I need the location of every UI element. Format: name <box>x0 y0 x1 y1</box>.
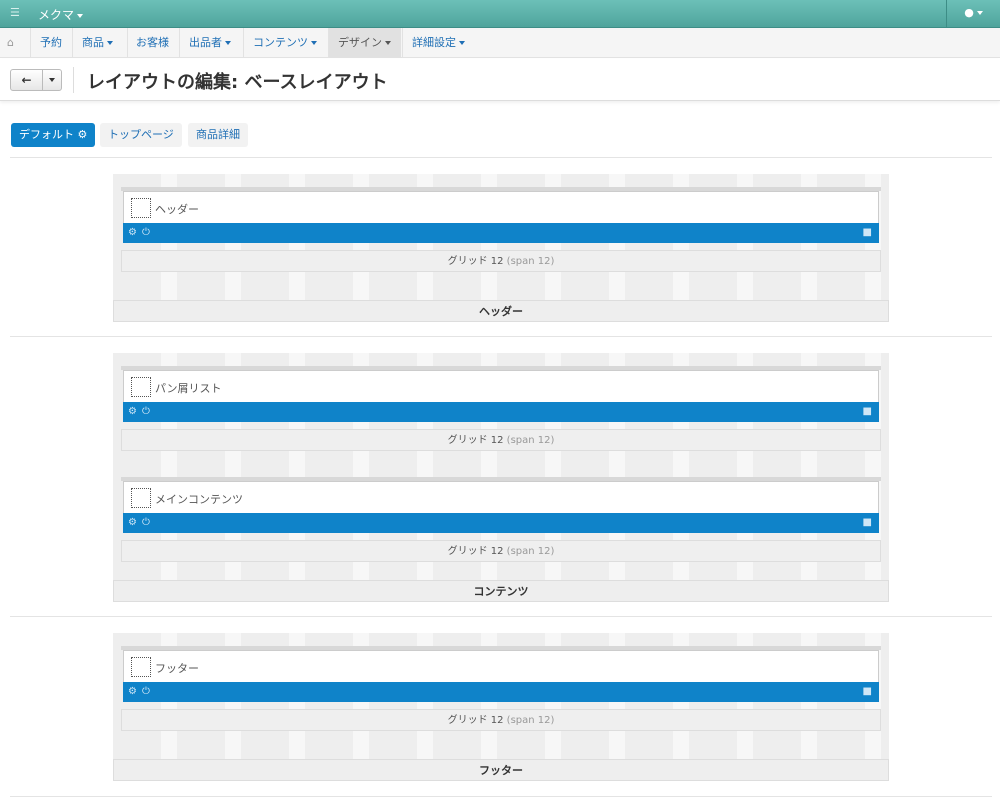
chevron-down-icon <box>459 41 465 45</box>
power-icon[interactable]: ⏻ <box>142 685 150 699</box>
grid-info: グリッド 12 (span 12) <box>121 429 881 451</box>
section-footer: フッター ⚙ ⏻ ■ グリッド 12 (span 12) フッター <box>113 633 889 781</box>
gear-icon[interactable]: ⚙ <box>128 405 137 419</box>
block-label: ヘッダー <box>155 203 199 216</box>
back-button-group: ← <box>10 69 62 91</box>
page-title: レイアウトの編集: ベースレイアウト <box>87 72 388 93</box>
chevron-down-icon <box>311 41 317 45</box>
grid-info: グリッド 12 (span 12) <box>121 709 881 731</box>
user-icon: ● <box>964 6 974 19</box>
back-dropdown-button[interactable] <box>43 70 61 90</box>
nav-item-design[interactable]: デザイン <box>329 28 401 58</box>
user-menu[interactable]: ● <box>946 0 1000 28</box>
drag-handle[interactable] <box>131 377 151 397</box>
drag-handle[interactable] <box>131 657 151 677</box>
block-toolbar: ⚙ ⏻ ■ <box>123 402 879 422</box>
brand-label: メクマ <box>38 8 75 22</box>
nav-item-customers[interactable]: お客様 <box>136 28 169 58</box>
grid-info: グリッド 12 (span 12) <box>121 540 881 562</box>
chevron-down-icon <box>77 13 84 18</box>
trash-icon[interactable]: ■ <box>863 405 872 419</box>
block-header[interactable]: ヘッダー ⚙ ⏻ ■ グリッド 12 (span 12) <box>121 187 881 275</box>
section-label: フッター <box>113 759 889 781</box>
nav-item-products[interactable]: 商品 <box>82 28 113 58</box>
nav-item-sellers[interactable]: 出品者 <box>189 28 231 58</box>
section-contents: パン屑リスト ⚙ ⏻ ■ グリッド 12 (span 12) メインコンテンツ … <box>113 353 889 602</box>
home-icon[interactable]: ⌂ <box>7 28 31 58</box>
block-toolbar: ⚙ ⏻ ■ <box>123 682 879 702</box>
top-bar: ☰ メクマ ● <box>0 0 1000 28</box>
drag-handle[interactable] <box>131 198 151 218</box>
section-header: ヘッダー ⚙ ⏻ ■ グリッド 12 (span 12) ヘッダー <box>113 174 889 322</box>
tab-default[interactable]: デフォルト ⚙ <box>11 123 96 147</box>
power-icon[interactable]: ⏻ <box>142 516 150 530</box>
gear-icon: ⚙ <box>77 128 88 141</box>
block-breadcrumb[interactable]: パン屑リスト ⚙ ⏻ ■ グリッド 12 (span 12) <box>121 366 881 454</box>
chevron-down-icon <box>225 41 231 45</box>
chevron-down-icon <box>107 41 113 45</box>
tab-product-detail[interactable]: 商品詳細 <box>188 123 248 147</box>
block-label: フッター <box>155 662 199 675</box>
chevron-down-icon <box>49 77 55 82</box>
drag-handle[interactable] <box>131 488 151 508</box>
trash-icon[interactable]: ■ <box>863 516 872 530</box>
arrow-left-icon[interactable]: ← <box>11 70 43 90</box>
gear-icon[interactable]: ⚙ <box>128 685 137 699</box>
brand-menu[interactable]: メクマ <box>38 6 84 23</box>
block-toolbar: ⚙ ⏻ ■ <box>123 223 879 243</box>
gear-icon[interactable]: ⚙ <box>128 226 137 240</box>
block-toolbar: ⚙ ⏻ ■ <box>123 513 879 533</box>
trash-icon[interactable]: ■ <box>863 226 872 240</box>
nav-item-contents[interactable]: コンテンツ <box>253 28 317 58</box>
power-icon[interactable]: ⏻ <box>142 226 150 240</box>
block-main-contents[interactable]: メインコンテンツ ⚙ ⏻ ■ グリッド 12 (span 12) <box>121 477 881 565</box>
block-label: メインコンテンツ <box>155 493 243 506</box>
trash-icon[interactable]: ■ <box>863 685 872 699</box>
block-label: パン屑リスト <box>155 382 222 395</box>
chevron-down-icon <box>385 41 391 45</box>
cart-icon: ☰ <box>10 6 20 19</box>
title-bar: ← レイアウトの編集: ベースレイアウト <box>0 59 1000 101</box>
gear-icon[interactable]: ⚙ <box>128 516 137 530</box>
nav-item-advanced-settings[interactable]: 詳細設定 <box>412 28 465 58</box>
grid-info: グリッド 12 (span 12) <box>121 250 881 272</box>
main-nav: ⌂ 予約 商品 お客様 出品者 コンテンツ デザイン 詳細設定 <box>0 28 1000 58</box>
tab-top-page[interactable]: トップページ <box>100 123 182 147</box>
block-footer[interactable]: フッター ⚙ ⏻ ■ グリッド 12 (span 12) <box>121 646 881 734</box>
section-label: ヘッダー <box>113 300 889 322</box>
power-icon[interactable]: ⏻ <box>142 405 150 419</box>
chevron-down-icon <box>976 11 983 15</box>
section-label: コンテンツ <box>113 580 889 602</box>
nav-item-reservation[interactable]: 予約 <box>40 28 62 58</box>
